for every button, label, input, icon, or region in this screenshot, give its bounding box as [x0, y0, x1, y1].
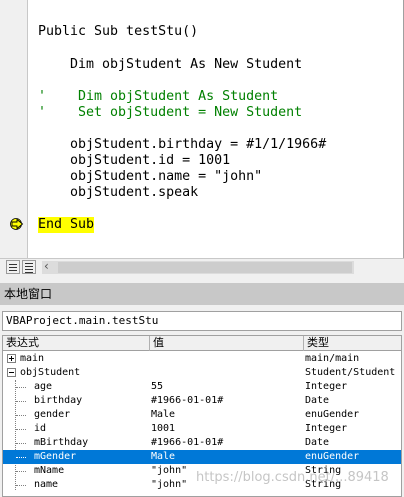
full-module-view-button[interactable]: [22, 260, 36, 274]
cell-expression: gender: [34, 409, 71, 420]
cell-expression: objStudent: [20, 367, 81, 378]
code-line: Public Sub testStu(): [38, 24, 199, 39]
scroll-left-arrow-icon[interactable]: ‹: [44, 259, 56, 275]
cell-expression: mBirthday: [34, 437, 89, 448]
table-row[interactable]: birthday #1966-01-01# Date: [3, 394, 401, 408]
code-line: objStudent.name = "john": [38, 169, 263, 184]
locals-window-title: 本地窗口: [0, 283, 404, 305]
cell-expression: id: [34, 423, 47, 434]
code-window-bottom-bar: ‹: [0, 258, 404, 276]
cell-type: Integer: [305, 423, 348, 434]
cell-expression: name: [34, 479, 59, 490]
cell-value[interactable]: #1966-01-01#: [151, 394, 303, 408]
cell-type: Student/Student: [305, 367, 396, 378]
cell-expression: birthday: [34, 395, 83, 406]
cell-type: main/main: [305, 353, 360, 364]
code-window[interactable]: Public Sub testStu() Dim objStudent As N…: [0, 0, 404, 276]
column-header-expression[interactable]: 表达式: [3, 336, 150, 351]
execution-arrow-icon: [10, 218, 24, 230]
cell-value[interactable]: #1966-01-01#: [151, 436, 303, 450]
table-row[interactable]: mBirthday #1966-01-01# Date: [3, 436, 401, 450]
table-row[interactable]: gender Male enuGender: [3, 408, 401, 422]
procedure-view-button[interactable]: [6, 260, 20, 274]
locals-context[interactable]: VBAProject.main.testStu: [2, 311, 402, 331]
code-line: objStudent.id = 1001: [38, 153, 231, 168]
code-comment-line: ' Set objStudent = New Student: [38, 105, 303, 120]
cell-expression: mName: [34, 465, 65, 476]
cell-type: Date: [305, 395, 330, 406]
code-line: objStudent.birthday = #1/1/1966#: [38, 137, 327, 152]
watermark: https://blog.csdn.net/...89418: [196, 470, 389, 485]
column-header-value[interactable]: 值: [150, 336, 304, 351]
cell-value[interactable]: Male: [151, 408, 303, 422]
code-line: objStudent.speak: [38, 185, 199, 200]
scrollbar-thumb[interactable]: [58, 262, 352, 273]
column-header-type[interactable]: 类型: [304, 336, 401, 351]
table-row-selected[interactable]: mGender Male enuGender: [3, 450, 401, 464]
cell-expression: main: [20, 353, 45, 364]
cell-expression: mGender: [34, 451, 77, 462]
table-row[interactable]: age 55 Integer: [3, 380, 401, 394]
cell-type: enuGender: [305, 409, 360, 420]
table-row[interactable]: main main/main: [3, 352, 401, 366]
cell-type: enuGender: [305, 451, 360, 462]
cell-expression: age: [34, 381, 53, 392]
current-statement-line: End Sub: [38, 217, 95, 233]
code-comment-line: ' Dim objStudent As Student: [38, 89, 279, 104]
cell-type: Integer: [305, 381, 348, 392]
code-line: Dim objStudent As New Student: [38, 57, 303, 72]
table-row[interactable]: objStudent Student/Student: [3, 366, 401, 380]
cell-value[interactable]: 1001: [151, 422, 303, 436]
cell-type: Date: [305, 437, 330, 448]
cell-value[interactable]: 55: [151, 380, 303, 394]
cell-value[interactable]: Male: [151, 450, 303, 464]
table-row[interactable]: id 1001 Integer: [3, 422, 401, 436]
grid-header: 表达式 值 类型: [3, 336, 401, 351]
